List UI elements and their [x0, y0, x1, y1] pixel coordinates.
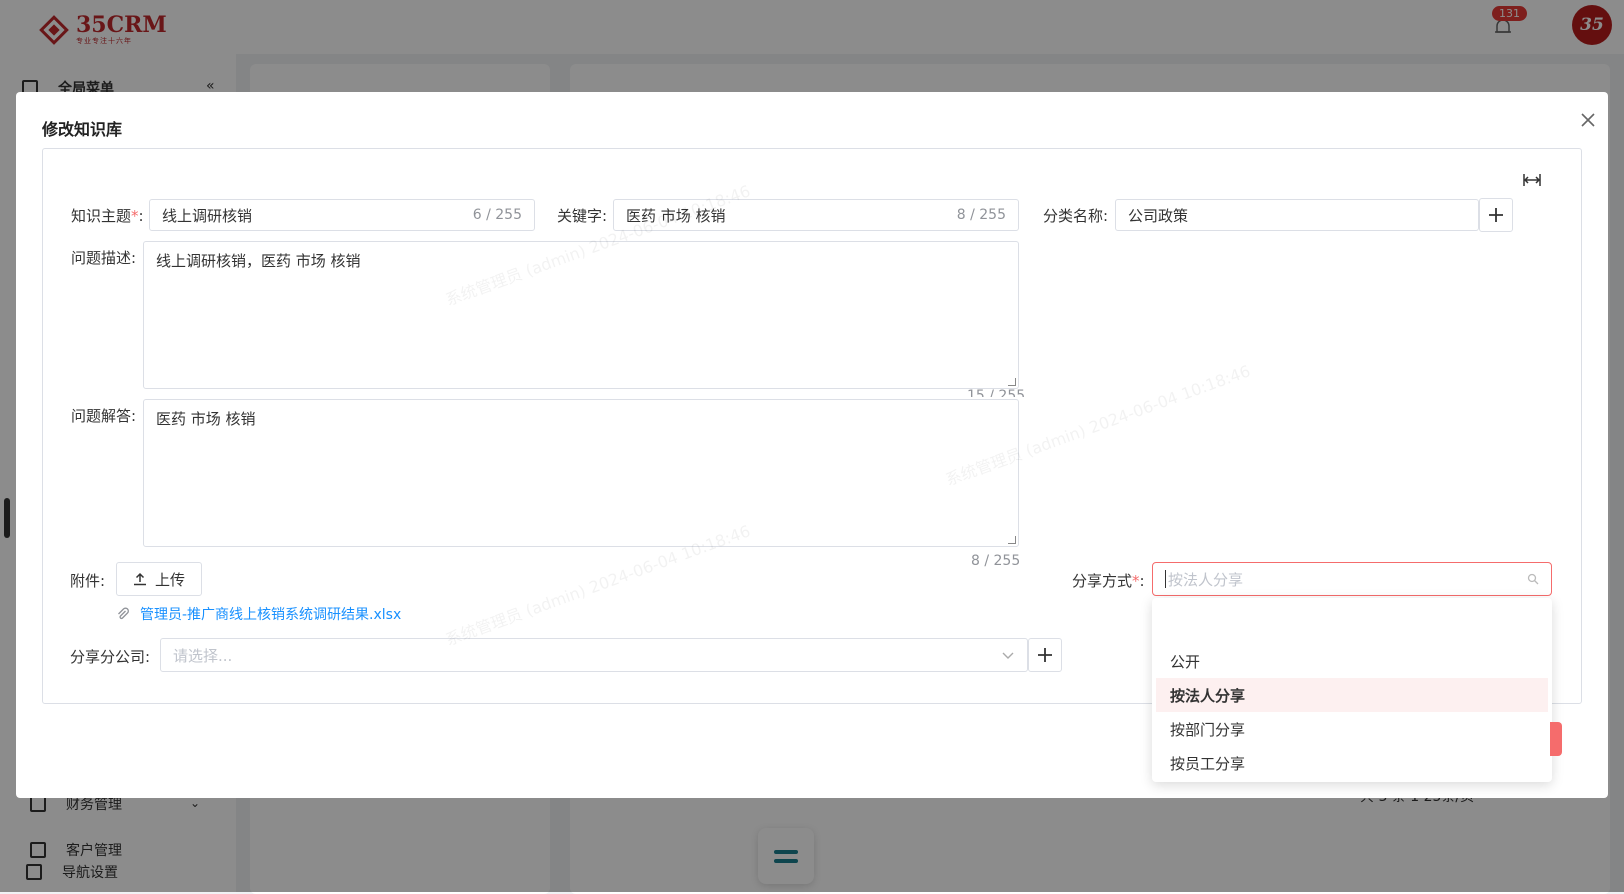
- option-label: 按部门分享: [1170, 720, 1246, 739]
- add-category-button[interactable]: [1479, 198, 1513, 232]
- answer-label: 问题解答:: [71, 407, 137, 425]
- plus-icon: [1489, 208, 1503, 222]
- share-option-employee[interactable]: 按员工分享: [1156, 746, 1548, 780]
- save-button-edge[interactable]: [1550, 722, 1562, 756]
- text-caret: [1165, 570, 1166, 588]
- branch-label: 分享分公司:: [70, 648, 151, 666]
- keyword-count: 8 / 255: [956, 207, 1006, 223]
- share-mode-dropdown: 公开 按法人分享 按部门分享 按员工分享: [1152, 598, 1552, 782]
- share-option-public[interactable]: 公开: [1156, 644, 1548, 678]
- keyword-input[interactable]: 医药 市场 核销 8 / 255: [613, 199, 1019, 231]
- option-label: 按法人分享: [1170, 686, 1246, 705]
- label-colon: :: [1139, 572, 1145, 590]
- branch-select[interactable]: 请选择...: [160, 638, 1028, 672]
- search-icon: [1527, 573, 1539, 585]
- description-textarea[interactable]: 线上调研核销，医药 市场 核销: [143, 241, 1019, 389]
- category-input[interactable]: 公司政策: [1115, 199, 1479, 231]
- subject-label: 知识主题*:: [71, 205, 144, 226]
- attachment-file-name: 管理员-推广商线上核销系统调研结果.xlsx: [140, 607, 402, 623]
- plus-icon: [1038, 648, 1052, 662]
- close-icon[interactable]: [1574, 106, 1602, 134]
- description-count: 15 / 255: [967, 389, 1026, 397]
- keyword-value: 医药 市场 核销: [626, 206, 726, 225]
- keyword-label: 关键字:: [557, 207, 608, 225]
- add-branch-button[interactable]: [1028, 638, 1062, 672]
- label-colon: :: [138, 207, 144, 225]
- edit-knowledge-dialog: 修改知识库 知识主题*: 线上调研核销 6 / 255 关键字: 医药 市场 核…: [16, 92, 1608, 798]
- share-mode-select[interactable]: 按法人分享: [1152, 562, 1552, 596]
- dialog-title: 修改知识库: [42, 120, 123, 139]
- option-label: 按员工分享: [1170, 754, 1246, 773]
- upload-button[interactable]: 上传: [116, 562, 202, 596]
- upload-label: 上传: [154, 570, 185, 589]
- option-label: 公开: [1170, 652, 1201, 671]
- required-mark: *: [1132, 572, 1140, 590]
- attachment-label: 附件:: [70, 572, 106, 590]
- category-label: 分类名称:: [1043, 207, 1109, 225]
- fit-width-icon[interactable]: [1521, 169, 1543, 191]
- resize-grip-icon[interactable]: [1008, 378, 1016, 386]
- subject-input[interactable]: 线上调研核销 6 / 255: [149, 199, 535, 231]
- description-value: 线上调研核销，医药 市场 核销: [156, 252, 361, 270]
- chevron-down-icon: [1002, 652, 1014, 659]
- answer-count: 8 / 255: [971, 553, 1021, 569]
- branch-placeholder: 请选择...: [173, 646, 233, 665]
- category-value: 公司政策: [1128, 206, 1189, 225]
- resize-grip-icon[interactable]: [1008, 536, 1016, 544]
- subject-value: 线上调研核销: [162, 206, 253, 225]
- answer-textarea[interactable]: 医药 市场 核销: [143, 399, 1019, 547]
- subject-label-text: 知识主题: [71, 207, 132, 225]
- answer-value: 医药 市场 核销: [156, 410, 256, 428]
- attachment-file-link[interactable]: 管理员-推广商线上核销系统调研结果.xlsx: [116, 604, 401, 624]
- share-label-text: 分享方式: [1072, 572, 1133, 590]
- share-option-legal-person[interactable]: 按法人分享: [1156, 678, 1548, 712]
- subject-count: 6 / 255: [472, 207, 522, 223]
- required-mark: *: [131, 207, 139, 225]
- share-mode-placeholder: 按法人分享: [1168, 570, 1244, 589]
- upload-icon: [133, 572, 146, 586]
- paperclip-icon: [118, 607, 129, 620]
- share-mode-label: 分享方式*:: [1072, 570, 1145, 591]
- share-option-department[interactable]: 按部门分享: [1156, 712, 1548, 746]
- description-label: 问题描述:: [71, 249, 137, 267]
